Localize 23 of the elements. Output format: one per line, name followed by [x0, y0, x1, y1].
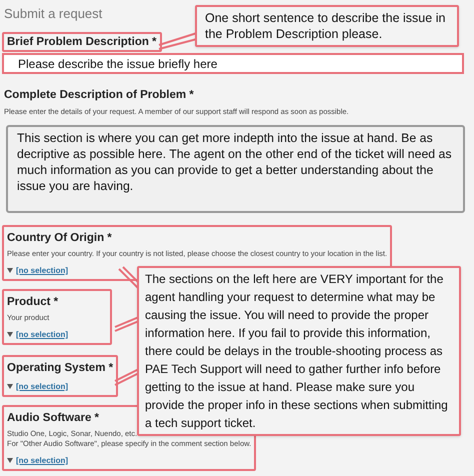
- dropdown-link[interactable]: [no selection]: [16, 265, 68, 276]
- dropdown-triangle-icon[interactable]: [7, 268, 13, 273]
- field-label: Audio Software *: [7, 411, 100, 425]
- dropdown-link[interactable]: [no selection]: [16, 455, 68, 466]
- text-area[interactable]: This section is where you can get more indepth into the issue at hand. Be as decriptive as possible here. The agent on the other end of the ticket will need as much information as you can provide to get a better understanding about the issue you are having.: [6, 125, 465, 213]
- field-label: Brief Problem Description *: [2, 32, 162, 52]
- leader-line: [158, 32, 198, 46]
- callout: The sections on the left here are VERY important for the agent handling your request to determine what may be causing the issue. You will need to provide the proper information here. If you fail to provide this information, there could be delays in the trouble-shooting process as PAE Tech Support will need to gather further info before getting to the issue at hand. Please make sure you provide the proper info in these sections when submitting a tech support ticket.: [137, 266, 461, 436]
- dropdown-link[interactable]: [no selection]: [16, 329, 68, 340]
- dropdown-triangle-icon[interactable]: [7, 458, 13, 463]
- field-label: Product *: [7, 295, 58, 309]
- field-label: Country Of Origin *: [7, 231, 112, 245]
- dropdown-triangle-icon[interactable]: [7, 384, 13, 389]
- field-label: Operating System *: [7, 361, 114, 375]
- input-field[interactable]: Please describe the issue briefly here: [2, 53, 464, 74]
- page-title: Submit a request: [4, 5, 102, 23]
- callout: One short sentence to describe the issue in the Problem Description please.: [195, 5, 459, 47]
- dropdown-triangle-icon[interactable]: [7, 332, 13, 337]
- dropdown-link[interactable]: [no selection]: [16, 381, 68, 392]
- leader-line: [114, 316, 140, 328]
- leader-line: [114, 320, 140, 332]
- field-label: Complete Description of Problem *: [4, 88, 194, 102]
- leader-line: [158, 38, 198, 50]
